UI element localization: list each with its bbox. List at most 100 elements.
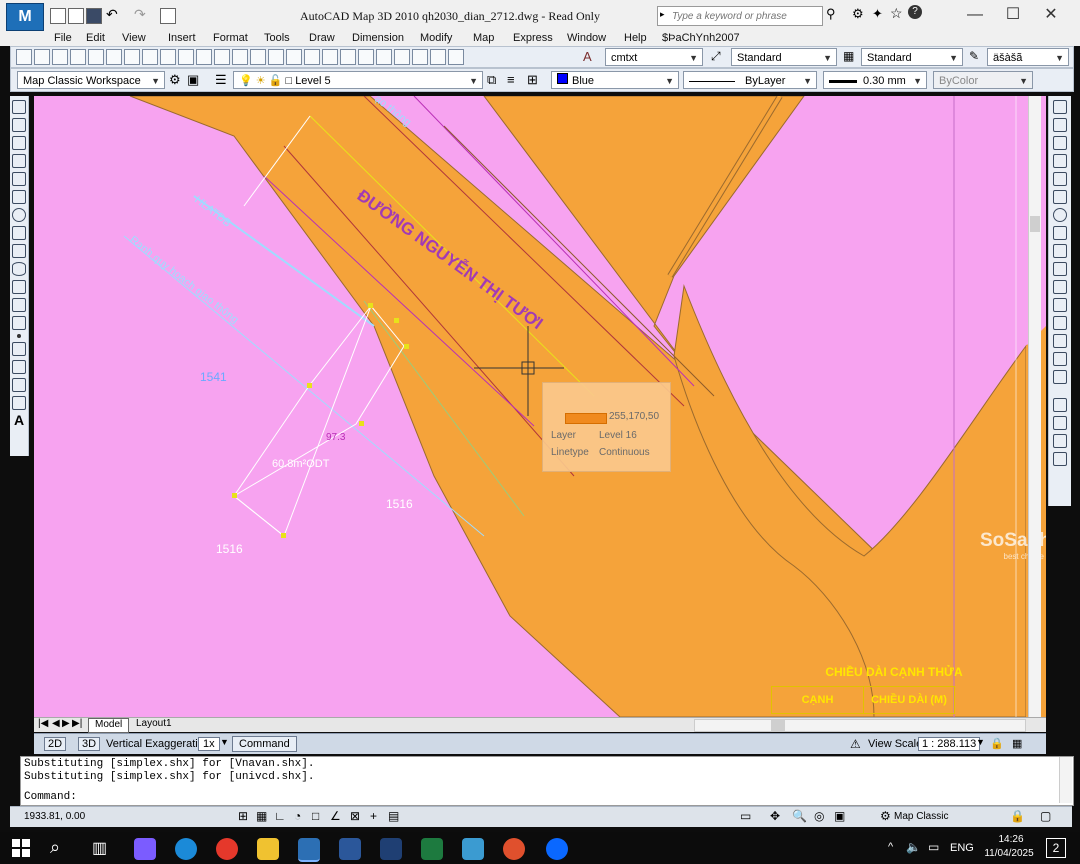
text-style-combo[interactable]: cmtxt ▼ xyxy=(605,48,703,66)
drawing-canvas[interactable]: ĐƯỜNG NGUYỄN THỊ TƯƠI HLATĐB Ranh quy ho… xyxy=(34,96,1046,717)
binoculars-icon[interactable]: ⚲ xyxy=(826,6,836,22)
tray-chevron-icon[interactable]: ^ xyxy=(888,841,893,853)
properties-icon[interactable] xyxy=(340,49,356,65)
plot-toolbar-icon[interactable] xyxy=(70,49,86,65)
file-explorer-icon[interactable] xyxy=(257,838,279,860)
menu-tools[interactable]: Tools xyxy=(264,32,290,44)
tab-model[interactable]: Model xyxy=(88,718,130,733)
layer-state-icon[interactable]: ⊞ xyxy=(527,72,538,88)
rectangle-tool-icon[interactable] xyxy=(12,172,26,186)
snap-icon[interactable]: ⊞ xyxy=(238,809,248,823)
pan-icon[interactable] xyxy=(268,49,284,65)
copy-object-icon[interactable] xyxy=(1053,118,1067,132)
media-icon[interactable] xyxy=(503,838,525,860)
vertical-scroll-thumb[interactable] xyxy=(1030,216,1040,232)
map-tools-icon[interactable]: ▦ xyxy=(1012,737,1022,750)
markup-icon[interactable] xyxy=(412,49,428,65)
stretch-icon[interactable] xyxy=(1053,244,1067,258)
horizontal-scrollbar[interactable] xyxy=(694,719,1026,732)
excel-icon[interactable] xyxy=(421,838,443,860)
save-icon[interactable] xyxy=(86,8,102,24)
fillet-icon[interactable] xyxy=(1053,352,1067,366)
preview-icon[interactable] xyxy=(88,49,104,65)
lineweight-combo[interactable]: 0.30 mm ▼ xyxy=(823,71,927,89)
menu-insert[interactable]: Insert xyxy=(168,32,196,44)
toolbar-lock-icon[interactable]: 🔒 xyxy=(1010,809,1025,823)
command-scrollbar[interactable] xyxy=(1059,757,1072,803)
tab-last-icon[interactable]: ▶| xyxy=(72,718,82,729)
ducs-icon[interactable]: ⊠ xyxy=(350,809,360,823)
zoom-window-icon[interactable] xyxy=(304,49,320,65)
chrome-icon[interactable] xyxy=(216,838,238,860)
language-indicator[interactable]: ENG xyxy=(950,842,974,854)
plot-icon[interactable] xyxy=(160,8,176,24)
polar-icon[interactable]: ◔ xyxy=(294,809,301,823)
mirror-icon[interactable] xyxy=(1053,136,1067,150)
break-icon[interactable] xyxy=(1053,298,1067,312)
menu-dimension[interactable]: Dimension xyxy=(352,32,404,44)
workspace-combo[interactable]: Map Classic Workspace ▼ xyxy=(17,71,165,89)
ellipse-tool-icon[interactable] xyxy=(12,262,26,276)
ellipse-arc-tool-icon[interactable] xyxy=(12,280,26,294)
circle-tool-icon[interactable] xyxy=(12,208,26,222)
mtext-tool-icon[interactable]: A xyxy=(10,412,28,428)
offset-icon[interactable] xyxy=(1053,154,1067,168)
menu-view[interactable]: View xyxy=(122,32,146,44)
tab-layout1[interactable]: Layout1 xyxy=(130,718,178,731)
horizontal-scroll-thumb[interactable] xyxy=(771,720,785,731)
tab-prev-icon[interactable]: ◀ xyxy=(52,718,60,729)
draworder-front-icon[interactable] xyxy=(1053,398,1067,412)
workspace-status-label[interactable]: Map Classic xyxy=(894,811,948,822)
dyn-icon[interactable]: + xyxy=(370,809,377,823)
mode-3d-button[interactable]: 3D xyxy=(78,737,101,751)
view-scale-dropdown-icon[interactable]: ▼ xyxy=(976,737,985,747)
task-view-icon[interactable]: ▥ xyxy=(92,838,107,858)
volume-icon[interactable]: 🔈 xyxy=(906,840,921,854)
matchprop-icon[interactable] xyxy=(196,49,212,65)
qnew-icon[interactable] xyxy=(16,49,32,65)
undo-icon[interactable]: ↶ xyxy=(106,6,118,23)
linetype-combo[interactable]: ByLayer ▼ xyxy=(683,71,817,89)
tab-first-icon[interactable]: |◀ xyxy=(38,718,48,729)
command-prompt[interactable]: Command: xyxy=(24,791,77,804)
menu-help[interactable]: Help xyxy=(624,32,647,44)
draworder-under-icon[interactable] xyxy=(1053,452,1067,466)
open-file-icon[interactable] xyxy=(68,8,84,24)
tab-next-icon[interactable]: ▶ xyxy=(62,718,70,729)
warning-icon[interactable]: ⚠ xyxy=(850,737,861,751)
new-file-icon[interactable] xyxy=(50,8,66,24)
explode-icon[interactable] xyxy=(1053,370,1067,384)
windows-start-icon[interactable] xyxy=(12,839,30,857)
dim-style-combo[interactable]: Standard ▼ xyxy=(731,48,837,66)
toolpalettes-icon[interactable] xyxy=(376,49,392,65)
minimize-button[interactable]: — xyxy=(960,4,990,26)
gradient-tool-icon[interactable] xyxy=(12,360,26,374)
close-button[interactable]: ✕ xyxy=(1036,4,1066,26)
erase-icon[interactable] xyxy=(1053,100,1067,114)
autocad-map-icon[interactable] xyxy=(298,838,320,862)
array-icon[interactable] xyxy=(1053,172,1067,186)
otrack-icon[interactable]: ∠ xyxy=(330,809,341,823)
word-icon[interactable] xyxy=(339,838,361,860)
designcenter-icon[interactable] xyxy=(358,49,374,65)
clock-time[interactable]: 14:26 xyxy=(986,834,1036,845)
menu-express[interactable]: Express xyxy=(513,32,553,44)
edge-icon[interactable] xyxy=(175,838,197,860)
cut-icon[interactable] xyxy=(142,49,158,65)
menu-window[interactable]: Window xyxy=(567,32,606,44)
point-tool-icon[interactable] xyxy=(17,334,21,338)
menu-custom[interactable]: $ÞaChYnh2007 xyxy=(662,32,740,44)
scale-icon[interactable] xyxy=(1053,226,1067,240)
clock-date[interactable]: 11/04/2025 xyxy=(980,848,1038,859)
calculator-icon[interactable] xyxy=(430,49,446,65)
table-tool-icon[interactable] xyxy=(12,396,26,410)
view-scale-value[interactable]: 1 : 288.113 xyxy=(918,737,981,751)
maximize-button[interactable]: ☐ xyxy=(998,4,1028,26)
layer-previous-icon[interactable]: ≡ xyxy=(507,72,515,87)
color-combo[interactable]: Blue ▼ xyxy=(551,71,679,89)
subscription-icon[interactable]: ✦ xyxy=(872,6,883,22)
help-icon[interactable]: ? xyxy=(908,5,922,19)
sheetset-icon[interactable] xyxy=(394,49,410,65)
make-block-icon[interactable] xyxy=(12,316,26,330)
search-box[interactable]: ▸ xyxy=(657,6,823,26)
